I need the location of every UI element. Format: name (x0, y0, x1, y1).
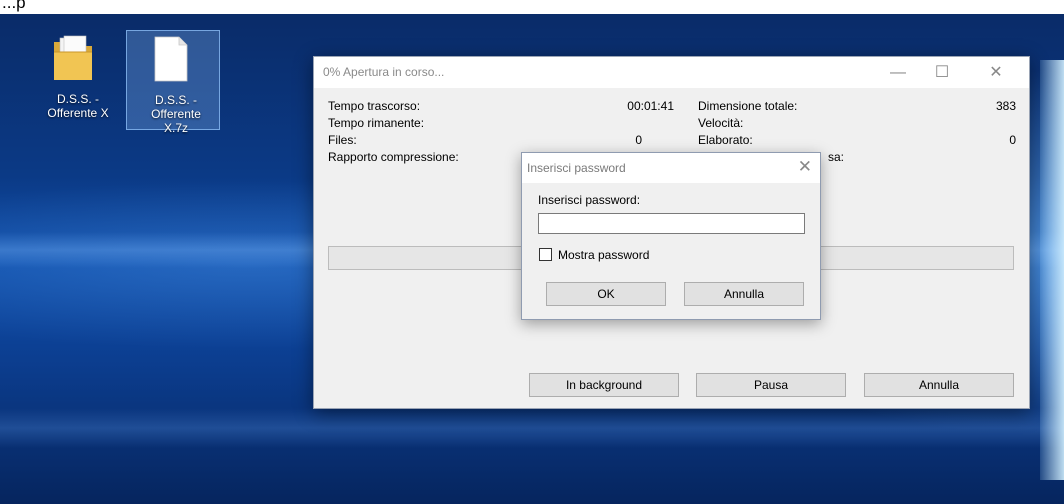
close-icon[interactable]: ✕ (974, 57, 1018, 88)
processed-label: Elaborato: (698, 133, 753, 147)
compression-ratio-label: Rapporto compressione: (328, 150, 459, 164)
dialog-title: Inserisci password (527, 161, 626, 175)
desktop-icon-folder[interactable]: D.S.S. - Offerente X (30, 30, 122, 130)
pause-button[interactable]: Pausa (696, 373, 846, 397)
minimize-icon[interactable]: — (876, 57, 920, 88)
elapsed-time-value: 00:01:41 (627, 99, 674, 113)
remaining-time-label: Tempo rimanente: (328, 116, 425, 130)
window-logo-glow (1040, 60, 1064, 480)
desktop-background: D.S.S. - Offerente X D.S.S. - Offerente … (0, 0, 1064, 504)
window-title: 0% Apertura in corso... (323, 65, 445, 79)
password-input[interactable] (538, 213, 805, 234)
folder-icon (54, 35, 92, 80)
cancel-password-button[interactable]: Annulla (684, 282, 804, 306)
show-password-label[interactable]: Mostra password (558, 248, 649, 262)
show-password-checkbox[interactable] (539, 248, 552, 261)
caption-strip: ...p (0, 0, 1064, 14)
caption-text: ...p (2, 0, 26, 12)
close-icon[interactable]: ✕ (798, 157, 812, 177)
speed-label: Velocità: (698, 116, 744, 130)
ok-button[interactable]: OK (546, 282, 666, 306)
desktop-icon-folder-label: D.S.S. - Offerente X (47, 92, 109, 120)
password-prompt-label: Inserisci password: (538, 193, 641, 207)
background-button[interactable]: In background (529, 373, 679, 397)
file-icon (154, 36, 188, 82)
files-label: Files: (328, 133, 357, 147)
total-size-label: Dimensione totale: (698, 99, 798, 113)
cancel-extraction-button[interactable]: Annulla (864, 373, 1014, 397)
processed-value: 0 (1009, 133, 1016, 147)
files-value: 0 (635, 133, 642, 147)
light-beam-lower (0, 408, 1064, 448)
desktop-icon-archive-label: D.S.S. - Offerente X.7z (151, 93, 201, 135)
maximize-icon[interactable]: ☐ (920, 57, 964, 88)
desktop-icon-archive[interactable]: D.S.S. - Offerente X.7z (126, 30, 220, 135)
elapsed-time-label: Tempo trascorso: (328, 99, 421, 113)
window-title-bar[interactable]: 0% Apertura in corso... — ☐ ✕ (314, 57, 1029, 88)
partial-label: sa: (828, 150, 845, 164)
password-dialog: Inserisci password ✕ Inserisci password:… (521, 152, 821, 320)
dialog-title-bar[interactable]: Inserisci password ✕ (522, 153, 820, 183)
total-size-value: 383 (995, 99, 1016, 113)
